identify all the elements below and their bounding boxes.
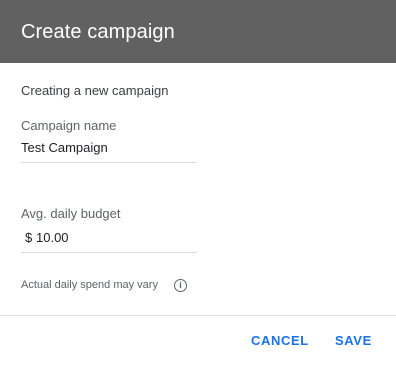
campaign-name-input[interactable]: Test Campaign <box>21 139 108 157</box>
footer-divider <box>0 315 396 316</box>
campaign-name-label: Campaign name <box>21 118 117 133</box>
create-campaign-dialog: Create campaign Creating a new campaign … <box>0 0 396 367</box>
dialog-title: Create campaign <box>21 21 175 43</box>
intro-text: Creating a new campaign <box>21 83 169 98</box>
dialog-header: Create campaign <box>0 0 396 63</box>
campaign-name-underline <box>21 162 197 163</box>
save-button[interactable]: SAVE <box>335 332 372 350</box>
info-icon[interactable]: i <box>174 279 187 292</box>
cancel-button[interactable]: CANCEL <box>251 332 309 350</box>
daily-budget-input[interactable]: 10.00 <box>36 229 69 247</box>
currency-symbol: $ <box>25 230 33 245</box>
daily-budget-label: Avg. daily budget <box>21 206 121 221</box>
spend-hint-text: Actual daily spend may vary <box>21 279 158 291</box>
daily-budget-underline <box>21 252 197 253</box>
